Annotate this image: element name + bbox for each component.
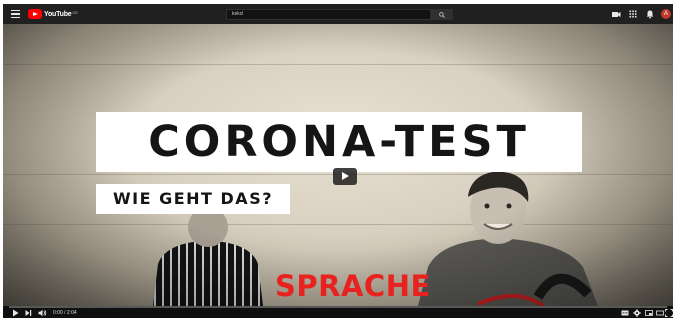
create-video-icon[interactable] bbox=[611, 9, 621, 19]
overlay-word-sprache: SPRACHE bbox=[275, 269, 431, 303]
logo-region: DE bbox=[72, 9, 79, 15]
volume-icon[interactable] bbox=[38, 309, 47, 317]
youtube-logo[interactable]: YouTube DE bbox=[28, 9, 78, 19]
youtube-window: YouTube DE kekcl A CORONA-TEST WIE GEHT … bbox=[3, 4, 673, 318]
menu-icon[interactable] bbox=[11, 10, 20, 18]
masthead: YouTube DE kekcl A bbox=[3, 4, 673, 24]
miniplayer-icon[interactable] bbox=[645, 309, 653, 317]
title-overlay-box: CORONA-TEST bbox=[96, 112, 582, 172]
apps-icon[interactable] bbox=[628, 9, 638, 19]
settings-icon[interactable] bbox=[633, 309, 641, 317]
subtitles-icon[interactable] bbox=[621, 309, 629, 317]
search-input[interactable]: kekcl bbox=[226, 9, 431, 20]
avatar[interactable]: A bbox=[661, 9, 671, 19]
search-icon bbox=[439, 12, 445, 18]
youtube-play-logo-icon bbox=[28, 9, 42, 19]
video-subtitle-overlay: WIE GEHT DAS? bbox=[112, 189, 273, 208]
time-display: 0:00 / 2:04 bbox=[53, 310, 77, 316]
logo-text: YouTube bbox=[44, 10, 72, 18]
fullscreen-icon[interactable] bbox=[665, 309, 673, 317]
player-controls: 0:00 / 2:04 bbox=[3, 308, 673, 318]
video-title-overlay: CORONA-TEST bbox=[148, 117, 530, 167]
next-icon[interactable] bbox=[25, 309, 32, 317]
search-button[interactable] bbox=[431, 9, 453, 20]
play-icon[interactable] bbox=[12, 309, 19, 317]
video-player[interactable]: CORONA-TEST WIE GEHT DAS? SPRACHE bbox=[3, 24, 673, 306]
subtitle-overlay-box: WIE GEHT DAS? bbox=[96, 184, 290, 214]
center-play-button[interactable] bbox=[333, 168, 357, 185]
theater-icon[interactable] bbox=[656, 309, 664, 317]
notifications-icon[interactable] bbox=[645, 9, 655, 19]
